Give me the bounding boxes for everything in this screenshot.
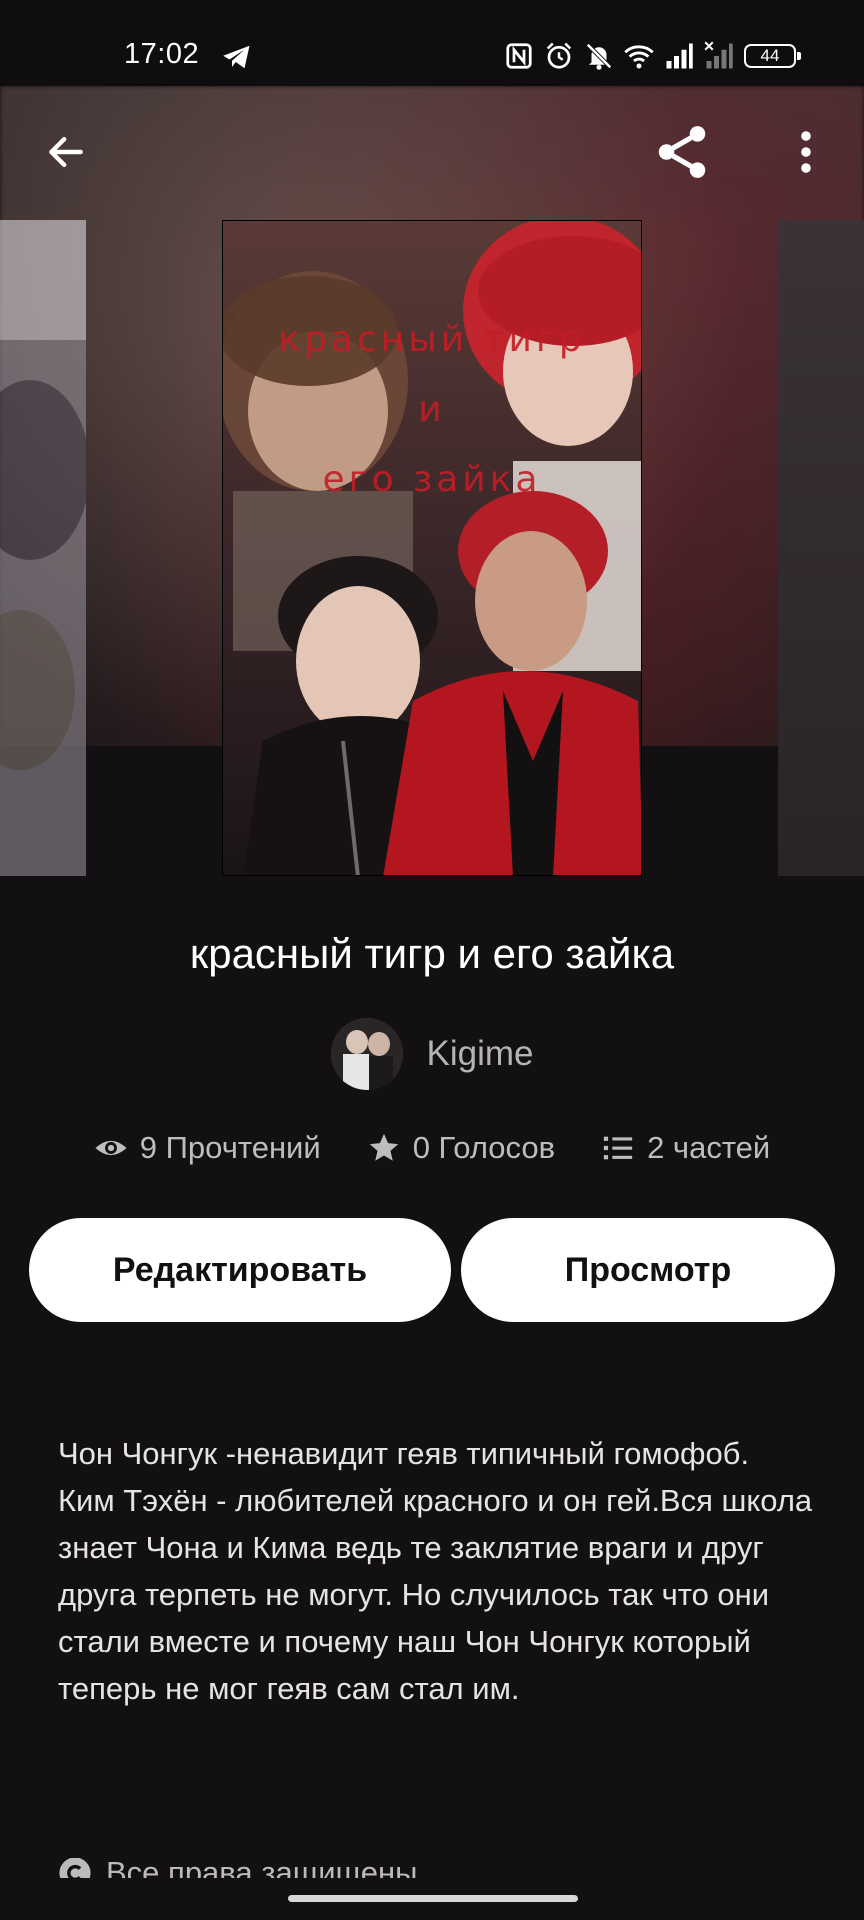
avatar-image bbox=[330, 1018, 403, 1090]
list-icon bbox=[603, 1136, 633, 1160]
previous-story-cover[interactable] bbox=[0, 220, 86, 876]
story-title: красный тигр и его зайка bbox=[189, 930, 675, 977]
story-description: Чон Чонгук -ненавидит геяв типичный гомо… bbox=[58, 1436, 813, 1706]
arrow-left-icon bbox=[49, 136, 83, 168]
author-name[interactable]: Kigime bbox=[427, 1034, 534, 1074]
alarm-icon bbox=[546, 42, 572, 69]
battery-icon: 44 bbox=[744, 44, 801, 68]
copyright-text: Все права защищены bbox=[106, 1858, 418, 1878]
bell-off-icon bbox=[586, 43, 612, 70]
previous-cover-image bbox=[0, 220, 86, 876]
status-time: 17:02 bbox=[124, 38, 200, 70]
telegram-icon bbox=[223, 45, 250, 69]
story-details-screen: 17:02 44 красный тигр и его зайка красны… bbox=[0, 0, 864, 1920]
story-cover-image[interactable]: красный тигр и его зайка bbox=[222, 220, 642, 876]
view-button[interactable]: Просмотр bbox=[461, 1218, 835, 1322]
wifi-icon bbox=[624, 45, 654, 69]
back-button[interactable] bbox=[30, 116, 102, 188]
eye-icon bbox=[95, 1140, 127, 1156]
copyright-row: Все права защищены bbox=[0, 1852, 864, 1878]
status-bar: 17:02 44 bbox=[0, 0, 864, 86]
votes-stat: 0 Голосов bbox=[367, 1130, 555, 1166]
nfc-icon bbox=[506, 43, 532, 69]
cover-title-line2: и bbox=[418, 389, 446, 430]
parts-count: 2 частей bbox=[647, 1130, 771, 1165]
copyright-content: Все права защищены bbox=[58, 1858, 417, 1878]
votes-count: 0 Голосов bbox=[412, 1130, 556, 1165]
author-avatar[interactable] bbox=[330, 1018, 403, 1090]
cover-title-line3: его зайка bbox=[322, 459, 542, 500]
parts-stat: 2 частей bbox=[601, 1130, 770, 1166]
reads-count: 9 Прочтений bbox=[139, 1130, 321, 1165]
more-vertical-icon bbox=[801, 131, 811, 173]
reads-stat: 9 Прочтений bbox=[94, 1130, 321, 1166]
story-stats: 9 Прочтений 0 Голосов 2 частей bbox=[0, 1130, 864, 1166]
signal-icon bbox=[666, 43, 693, 69]
home-indicator[interactable] bbox=[288, 1895, 578, 1902]
share-button[interactable] bbox=[646, 116, 718, 188]
status-icons: 44 bbox=[504, 40, 801, 72]
more-options-button[interactable] bbox=[770, 116, 842, 188]
copyright-icon bbox=[59, 1858, 91, 1878]
edit-button[interactable]: Редактировать bbox=[29, 1218, 451, 1322]
story-cover-carousel: красный тигр и его зайка bbox=[0, 86, 864, 886]
cover-title-line1: красный тигр bbox=[278, 319, 586, 360]
share-icon bbox=[658, 126, 706, 178]
next-story-cover[interactable] bbox=[778, 220, 864, 876]
author-row[interactable]: Kigime bbox=[0, 1018, 864, 1090]
signal-secondary-icon bbox=[704, 41, 733, 69]
star-icon bbox=[369, 1133, 398, 1161]
